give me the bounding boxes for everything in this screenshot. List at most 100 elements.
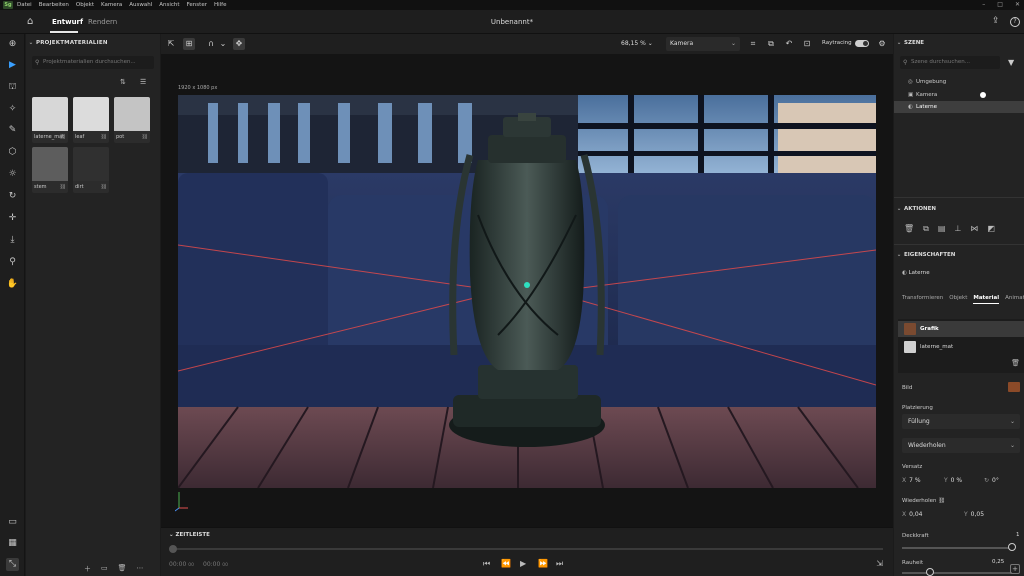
menu-datei[interactable]: Datei [17,2,32,8]
magnet-icon[interactable]: ∩ [205,38,217,50]
list-view-icon[interactable]: ☰ [140,78,146,86]
timeline-header[interactable]: ⌄ ZEITLEISTE [169,532,210,538]
chevron-down-icon[interactable]: ⌄ [217,38,229,50]
transform-icon[interactable]: ⇱ [165,38,177,50]
skip-start-icon[interactable]: ⏮ [483,559,490,569]
rotation-field[interactable]: ↻ 0° [984,477,999,484]
select-tool-icon[interactable]: ▶ [6,59,19,72]
share-icon[interactable]: ⇪ [992,16,1002,27]
link-icon[interactable]: ⛓ [938,498,945,504]
menu-fenster[interactable]: Fenster [187,2,207,8]
material-tile[interactable]: pot ⛓ [114,97,150,143]
menu-auswahl[interactable]: Auswahl [129,2,152,8]
tab-rendern[interactable]: Rendern [88,18,117,26]
orbit-icon[interactable]: ↻ [6,190,19,203]
add-icon[interactable]: ⊕ [6,38,19,51]
camera-bookmark-icon[interactable]: ⌗ [747,38,759,50]
versatz-y-field[interactable]: Y0 % [944,477,962,484]
export-icon[interactable]: ⇲ [876,559,883,568]
wiederholen-select[interactable]: Wiederholen ⌄ [902,438,1020,453]
menu-objekt[interactable]: Objekt [76,2,94,8]
cube-icon[interactable]: ⬡ [6,146,19,159]
folder-icon[interactable]: ▭ [101,564,108,574]
material-tile[interactable]: stem ⛓ [32,147,68,193]
timeline-track[interactable] [171,548,883,550]
camera-select[interactable]: Kamera ⌄ [666,37,740,51]
mirror-icon[interactable]: ⋈ [970,224,978,234]
deckkraft-track[interactable] [902,547,1012,549]
tab-entwurf[interactable]: Entwurf [52,18,83,26]
scene-header[interactable]: ⌄ SZENE [894,40,1024,46]
minimize-icon[interactable]: – [982,0,985,10]
maximize-icon[interactable]: □ [997,0,1003,10]
undo-camera-icon[interactable]: ↶ [783,38,795,50]
group-icon[interactable]: ▤ [938,224,946,234]
material-tile[interactable]: laterne_mat ⛓ [32,97,68,143]
step-forward-icon[interactable]: ⏩ [538,559,548,568]
add-icon[interactable]: ＋ [84,564,91,574]
trash-icon[interactable]: 🗑 [904,224,914,234]
magic-wand-icon[interactable]: ✧ [6,103,19,116]
step-back-icon[interactable]: ⏪ [501,559,511,568]
scene-item-umgebung[interactable]: ◎ Umgebung [894,76,1024,88]
frame-icon[interactable]: ⧉ [765,38,777,50]
active-camera-indicator[interactable] [980,92,986,98]
sort-icon[interactable]: ⇅ [120,78,126,86]
rauheit-track[interactable] [902,572,1012,574]
drop-to-ground-icon[interactable]: ⊥ [954,224,961,234]
drop-icon[interactable]: ⤓ [6,234,19,247]
versatz-x-field[interactable]: X7 % [902,477,921,484]
wiederholen-y-field[interactable]: Y 0,05 [964,511,984,518]
snap-icon[interactable]: ⊞ [183,38,195,50]
scene-graph-icon[interactable]: ⤡ [6,558,19,571]
tab-animation[interactable]: Animation [1005,295,1024,304]
scene-search-input[interactable]: ⚲ Szene durchsuchen... [900,56,1000,69]
menu-hilfe[interactable]: Hilfe [214,2,227,8]
raytracing-toggle[interactable] [855,40,869,47]
trash-icon[interactable]: 🗑 [1011,359,1020,367]
pan-tool-icon[interactable]: ✛ [6,212,19,225]
library-icon[interactable]: ▦ [6,537,19,550]
zoom-icon[interactable]: ⚲ [6,256,19,269]
menu-ansicht[interactable]: Ansicht [159,2,179,8]
fuellung-select[interactable]: Füllung ⌄ [902,414,1020,429]
ground-icon[interactable]: ⊡ [801,38,813,50]
hand-icon[interactable]: ✋ [6,278,19,291]
menu-kamera[interactable]: Kamera [101,2,122,8]
scene-item-kamera[interactable]: ▣ Kamera [894,89,1024,101]
properties-header[interactable]: ⌄ EIGENSCHAFTEN [894,252,1024,258]
gizmo-icon[interactable]: ✥ [233,38,245,50]
menu-bearbeiten[interactable]: Bearbeiten [39,2,69,8]
add-icon[interactable]: + [1010,564,1020,574]
eyedropper-icon[interactable]: ✎ [6,124,19,137]
place-tool-icon[interactable]: ⛫ [6,81,19,94]
layer-laterne-mat[interactable]: laterne_mat [898,339,1024,355]
filter-icon[interactable]: ▼ [1008,58,1014,67]
project-materials-header[interactable]: ⌄ PROJEKTMATERIALIEN [26,40,160,54]
scene-item-laterne[interactable]: ◐ Laterne [894,101,1024,113]
cut-icon[interactable]: ◩ [987,224,995,234]
home-icon[interactable]: ⌂ [27,17,37,27]
rauheit-slider[interactable] [925,568,934,576]
close-icon[interactable]: ✕ [1015,0,1020,10]
actions-header[interactable]: ⌄ AKTIONEN [894,206,1024,212]
render-canvas[interactable] [178,95,876,488]
tab-material[interactable]: Material [973,295,1000,304]
more-icon[interactable]: ⋯ [137,564,144,574]
duplicate-icon[interactable]: ⧉ [923,224,929,234]
light-icon[interactable]: ☼ [6,168,19,181]
wiederholen-x-field[interactable]: X 0,04 [902,511,922,518]
tab-objekt[interactable]: Objekt [949,295,967,304]
trash-icon[interactable]: 🗑 [118,564,127,574]
deckkraft-value[interactable]: 1 [1016,532,1020,538]
image-thumbnail[interactable] [1008,382,1020,392]
panel-toggle-icon[interactable]: ▭ [6,516,19,529]
timeline-playhead[interactable] [169,545,177,553]
tab-transformieren[interactable]: Transformieren [902,295,943,304]
materials-search-input[interactable]: ⚲ Projektmaterialien durchsuchen... [32,56,154,69]
deckkraft-slider[interactable] [1008,543,1016,551]
help-icon[interactable]: ? [1010,17,1020,27]
material-tile[interactable]: dirt ⛓ [73,147,109,193]
rauheit-value[interactable]: 0,25 [992,559,1004,565]
material-tile[interactable]: leaf ⛓ [73,97,109,143]
